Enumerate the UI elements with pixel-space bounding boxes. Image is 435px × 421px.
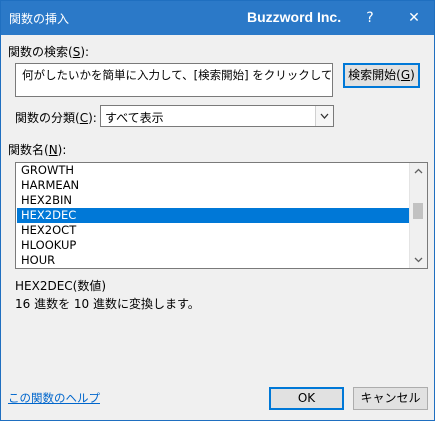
list-item[interactable]: HOUR [17,253,410,268]
list-item[interactable]: GROWTH [17,163,410,178]
function-name-label: 関数名(N): [8,143,67,157]
chevron-down-icon[interactable] [315,106,333,126]
list-item-selected[interactable]: HEX2DEC [17,208,410,223]
ok-button[interactable]: OK [269,387,344,410]
insert-function-dialog: 関数の挿入 Buzzword Inc. ? ✕ 関数の検索(S): 何がしたいか… [0,0,435,421]
function-help-link[interactable]: この関数のヘルプ [8,390,100,406]
close-button[interactable]: ✕ [397,1,431,35]
function-listbox[interactable]: GROWTH HARMEAN HEX2BIN HEX2DEC HEX2OCT H… [15,162,428,269]
list-item[interactable]: HARMEAN [17,178,410,193]
category-label: 関数の分類(C): [15,111,97,125]
scroll-thumb[interactable] [413,203,423,219]
list-item[interactable]: HEX2BIN [17,193,410,208]
category-select[interactable]: すべて表示 [100,105,334,127]
cancel-button[interactable]: キャンセル [353,387,428,410]
scroll-down-icon[interactable] [410,251,427,268]
search-input[interactable]: 何がしたいかを簡単に入力して、[検索開始] をクリックしてください。 [15,63,333,97]
list-item[interactable]: HLOOKUP [17,238,410,253]
brand-name: Buzzword Inc. [247,9,342,25]
dialog-title: 関数の挿入 [9,12,70,26]
function-syntax: HEX2DEC(数値) [15,279,107,293]
title-bar[interactable]: 関数の挿入 Buzzword Inc. ? ✕ [1,1,434,35]
category-selected-value: すべて表示 [105,111,164,125]
search-start-button[interactable]: 検索開始(G) [343,63,420,88]
list-item[interactable]: HEX2OCT [17,223,410,238]
list-scrollbar[interactable] [409,163,427,268]
help-button[interactable]: ? [353,1,387,35]
scroll-up-icon[interactable] [410,163,427,180]
search-label: 関数の検索(S): [8,45,90,59]
function-description: 16 進数を 10 進数に変換します。 [15,297,200,311]
